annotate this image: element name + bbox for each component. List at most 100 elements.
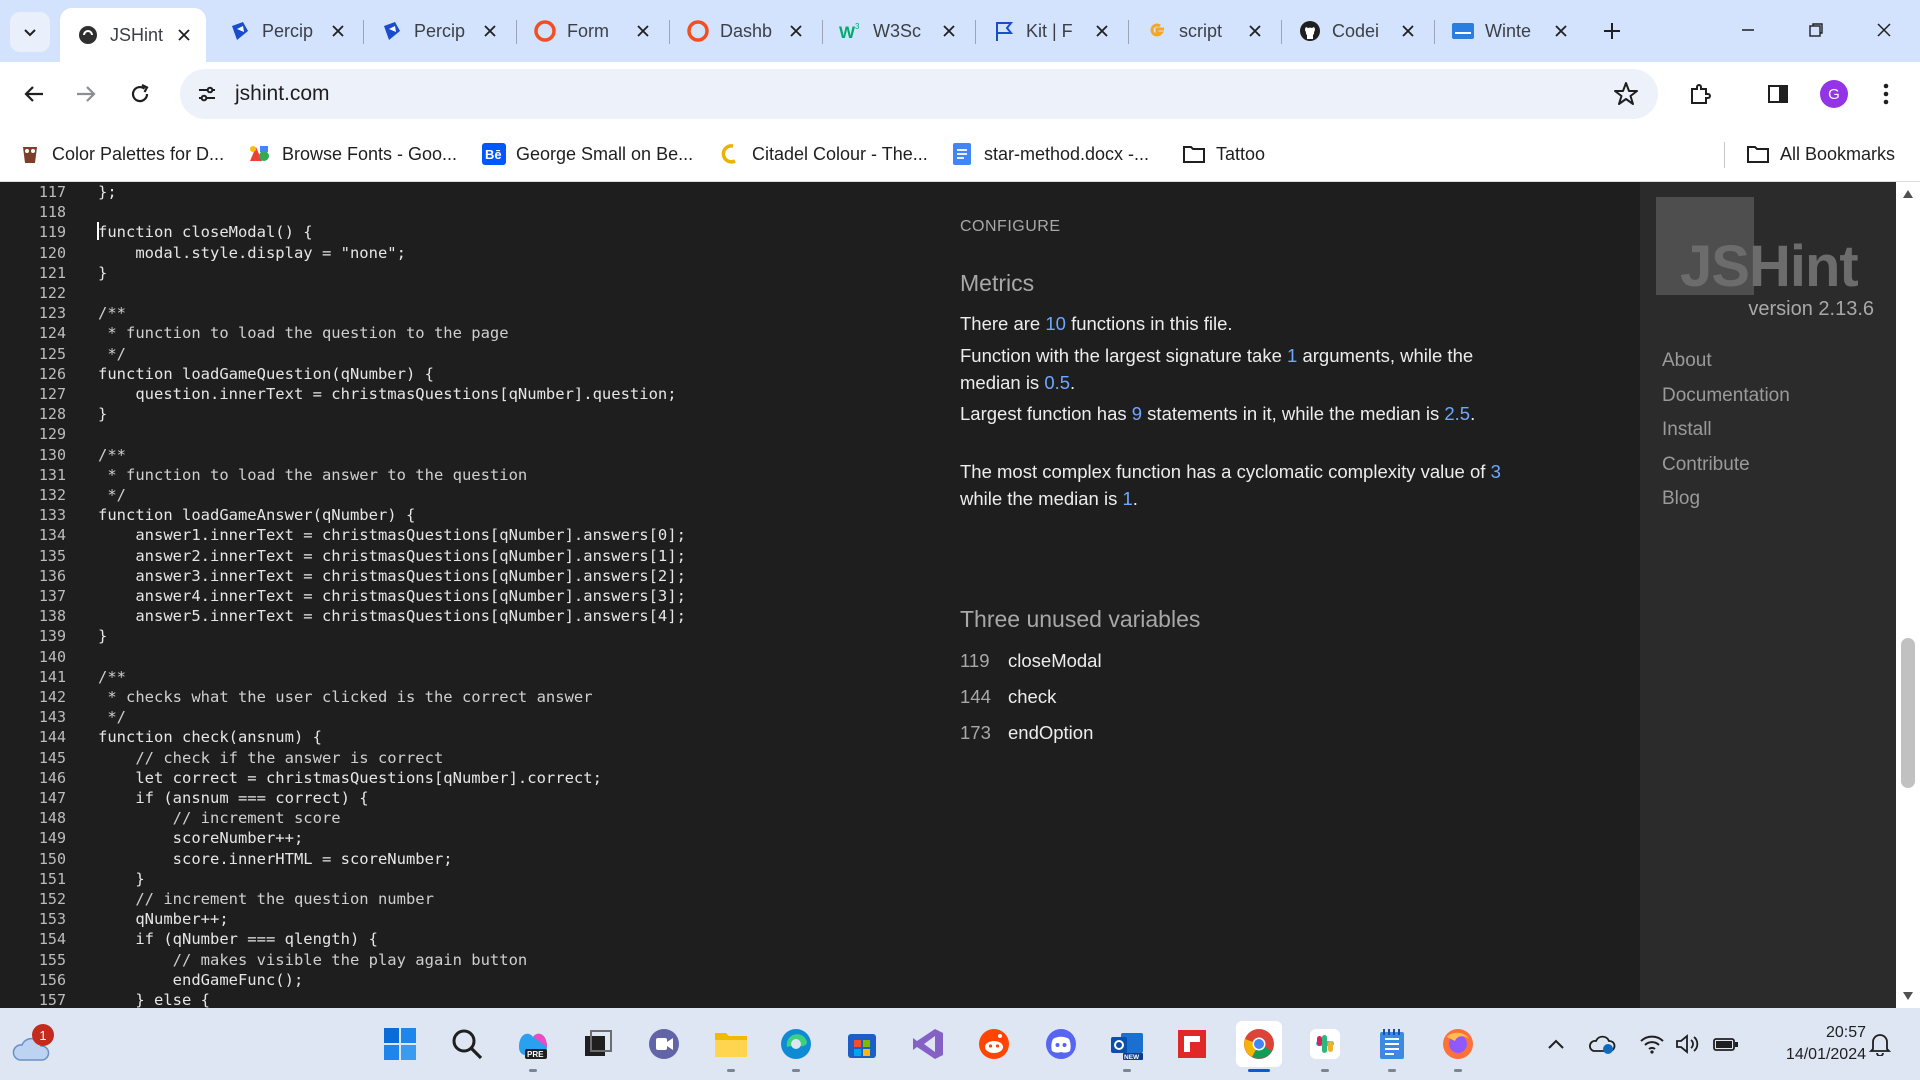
bookmark-item[interactable]: star-method.docx -...: [950, 140, 1149, 168]
flipboard-icon[interactable]: [1169, 1021, 1215, 1067]
browser-tab[interactable]: Form: [517, 8, 665, 54]
browser-tab[interactable]: Dashb: [670, 8, 818, 54]
forward-button[interactable]: [66, 74, 106, 114]
code-line: 117};: [0, 182, 940, 202]
code-text: */: [98, 344, 126, 363]
discord-icon[interactable]: [1038, 1021, 1084, 1067]
bookmark-item[interactable]: Tattoo: [1182, 140, 1265, 168]
reload-button[interactable]: [120, 74, 160, 114]
bookmark-item[interactable]: Bē George Small on Be...: [482, 140, 693, 168]
windows-start-icon[interactable]: [377, 1021, 423, 1067]
all-bookmarks-button[interactable]: All Bookmarks: [1746, 140, 1895, 168]
close-tab-icon[interactable]: [1398, 21, 1418, 41]
restore-button[interactable]: [1794, 10, 1838, 50]
close-tab-icon[interactable]: [939, 21, 959, 41]
file-explorer-icon[interactable]: [708, 1021, 754, 1072]
configure-link[interactable]: CONFIGURE: [960, 218, 1061, 236]
close-tab-icon[interactable]: [480, 21, 500, 41]
browser-tab[interactable]: Percip: [212, 8, 360, 54]
browser-tab[interactable]: Percip: [364, 8, 512, 54]
volume-icon[interactable]: [1674, 1030, 1702, 1058]
sidebar-link-contribute[interactable]: Contribute: [1662, 454, 1750, 476]
sidebar-link-blog[interactable]: Blog: [1662, 488, 1700, 510]
metric-complexity: The most complex function has a cyclomat…: [960, 461, 1501, 509]
bookmark-item[interactable]: Citadel Colour - The...: [718, 140, 928, 168]
teams-icon[interactable]: [641, 1021, 687, 1067]
task-view-icon[interactable]: [574, 1021, 620, 1067]
unused-variable-row[interactable]: 119 closeModal: [960, 650, 1102, 676]
unused-variable-row[interactable]: 173 endOption: [960, 722, 1093, 748]
running-indicator: [1321, 1069, 1329, 1072]
code-text: }: [98, 627, 108, 646]
code-text: answer5.innerText = christmasQuestions[q…: [98, 607, 686, 626]
jshint-logo[interactable]: JSHint: [1656, 197, 1882, 299]
scroll-down-icon[interactable]: [1902, 990, 1914, 1002]
close-tab-icon[interactable]: [633, 21, 653, 41]
bookmark-item[interactable]: Browse Fonts - Goo...: [248, 140, 457, 168]
folder-icon: [1182, 142, 1206, 166]
visual-studio-icon[interactable]: [905, 1021, 951, 1067]
tray-chevron-up-icon[interactable]: [1542, 1030, 1570, 1058]
extensions-button[interactable]: [1680, 74, 1720, 114]
reddit-icon[interactable]: [971, 1021, 1017, 1067]
sidebar-link-about[interactable]: About: [1662, 350, 1712, 372]
close-tab-icon[interactable]: [1551, 21, 1571, 41]
side-panel-button[interactable]: [1758, 74, 1798, 114]
browser-tab[interactable]: Winte: [1435, 8, 1583, 54]
close-tab-icon[interactable]: [1092, 21, 1112, 41]
code-line: 136 answer3.innerText = christmasQuestio…: [0, 566, 940, 586]
search-icon[interactable]: [444, 1021, 490, 1067]
code-text: qNumber++;: [98, 910, 229, 929]
site-info-icon[interactable]: [194, 81, 220, 107]
code-editor[interactable]: 117}; 118 119 function closeModal() {120 mo…: [0, 182, 940, 1008]
bookmark-star-icon[interactable]: [1612, 80, 1640, 108]
code-text: /**: [98, 667, 126, 686]
page-scrollbar[interactable]: [1896, 182, 1920, 1008]
scroll-up-icon[interactable]: [1902, 188, 1914, 200]
close-tab-icon[interactable]: [328, 21, 348, 41]
wifi-icon[interactable]: [1638, 1030, 1666, 1058]
edge-icon[interactable]: [773, 1021, 819, 1072]
notifications-bell-icon[interactable]: [1866, 1030, 1894, 1058]
notepad-icon[interactable]: [1369, 1021, 1415, 1072]
code-line: 146 let correct = christmasQuestions[qNu…: [0, 768, 940, 788]
scrollbar-thumb[interactable]: [1901, 638, 1915, 788]
browser-menu-button[interactable]: [1866, 74, 1906, 114]
line-number: 146: [38, 768, 66, 787]
browser-tab[interactable]: script: [1129, 8, 1277, 54]
new-tab-button[interactable]: [1595, 14, 1629, 48]
browser-tab[interactable]: JSHint: [60, 8, 206, 62]
firefox-icon[interactable]: [1435, 1021, 1481, 1072]
line-number: 127: [38, 385, 66, 403]
browser-tab[interactable]: Kit | F: [976, 8, 1124, 54]
close-tab-icon[interactable]: [1245, 21, 1265, 41]
url-text[interactable]: jshint.com: [235, 82, 330, 106]
sidebar-link-install[interactable]: Install: [1662, 419, 1712, 441]
address-bar[interactable]: jshint.com: [180, 69, 1658, 119]
weather-widget[interactable]: 1: [10, 1024, 54, 1064]
unused-variable-row[interactable]: 144 check: [960, 686, 1056, 712]
store-icon[interactable]: [839, 1021, 885, 1067]
running-indicator: [529, 1069, 537, 1072]
battery-icon[interactable]: [1712, 1030, 1740, 1058]
copilot-icon[interactable]: PRE: [510, 1021, 556, 1072]
outlook-icon[interactable]: NEW: [1104, 1021, 1150, 1072]
close-tab-icon[interactable]: [174, 25, 194, 45]
browser-tab[interactable]: W 3 W3Sc: [823, 8, 971, 54]
code-text: * function to load the answer to the que…: [98, 465, 528, 484]
tab-search-button[interactable]: [10, 12, 50, 52]
line-number: 134: [38, 526, 66, 545]
chrome-icon[interactable]: [1236, 1021, 1282, 1072]
slack-icon[interactable]: [1302, 1021, 1348, 1072]
bookmark-item[interactable]: Color Palettes for D...: [18, 140, 224, 168]
close-window-button[interactable]: [1862, 10, 1906, 50]
profile-avatar[interactable]: G: [1820, 80, 1848, 108]
sidebar-link-documentation[interactable]: Documentation: [1662, 385, 1790, 407]
back-button[interactable]: [14, 74, 54, 114]
onedrive-icon[interactable]: [1588, 1030, 1616, 1058]
minimize-button[interactable]: [1726, 10, 1770, 50]
line-number: 141: [38, 667, 66, 686]
browser-tab[interactable]: Codei: [1282, 8, 1430, 54]
close-tab-icon[interactable]: [786, 21, 806, 41]
taskbar-clock[interactable]: 20:57 14/01/2024: [1756, 1022, 1866, 1066]
